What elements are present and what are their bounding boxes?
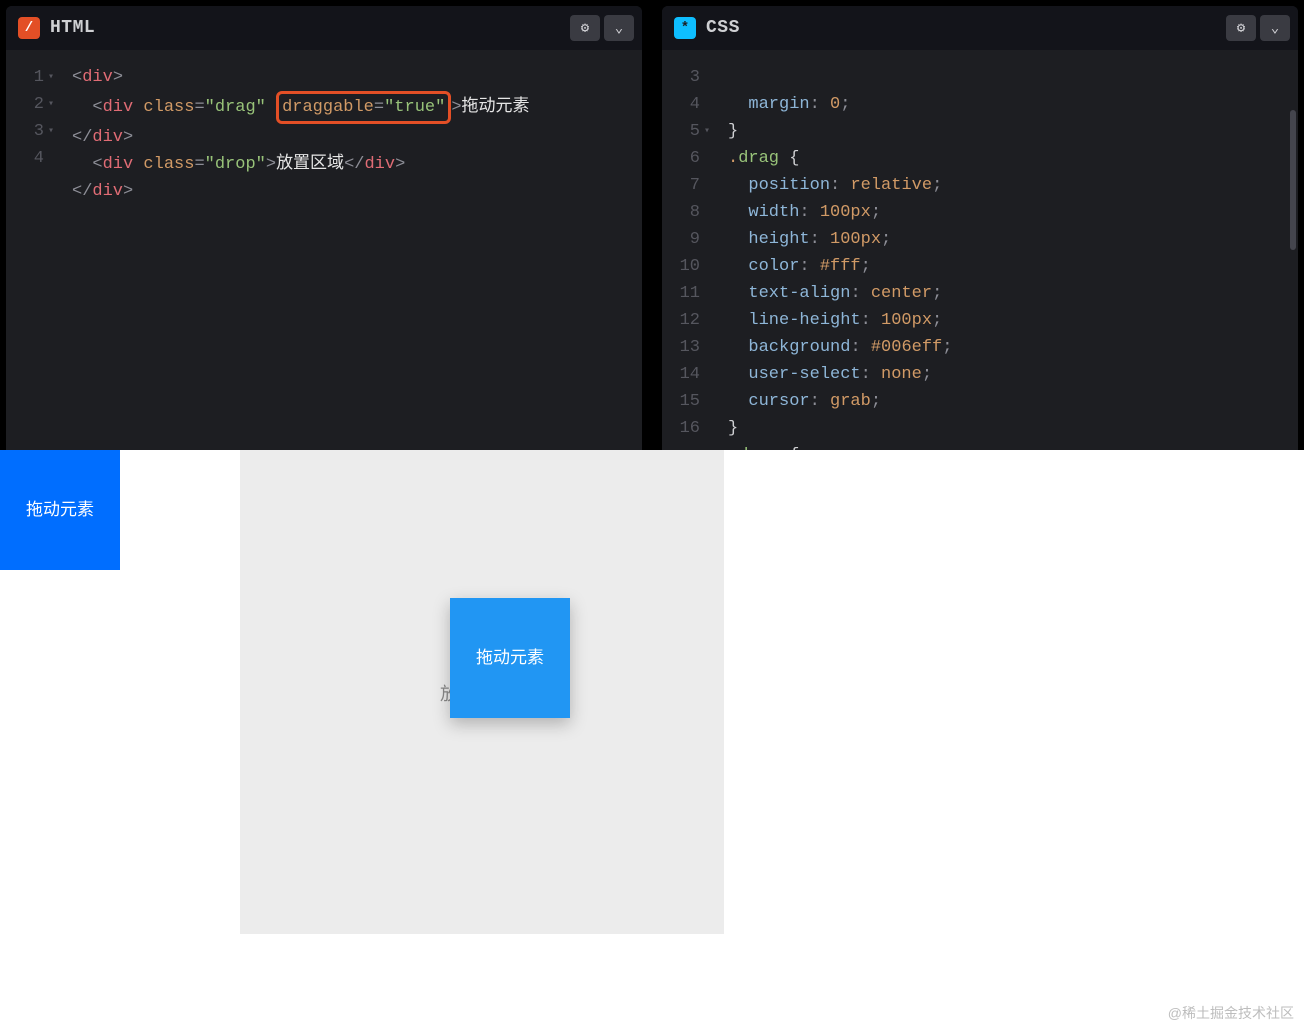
- collapse-button[interactable]: ⌄: [1260, 15, 1290, 41]
- settings-button[interactable]: ⚙: [570, 15, 600, 41]
- drag-element-ghost[interactable]: 拖动元素: [450, 598, 570, 718]
- html-badge-icon: /: [18, 17, 40, 39]
- gear-icon: ⚙: [581, 20, 589, 37]
- gear-icon: ⚙: [1237, 20, 1245, 37]
- html-panel-title: HTML: [50, 18, 95, 38]
- css-code[interactable]: margin: 0;}.drag { position: relative; w…: [710, 50, 958, 450]
- html-panel-actions: ⚙ ⌄: [570, 15, 634, 41]
- html-panel-header: / HTML ⚙ ⌄: [6, 6, 642, 50]
- html-code[interactable]: <div> <div class="drag" draggable="true"…: [54, 50, 536, 450]
- css-badge-icon: *: [674, 17, 696, 39]
- html-gutter: 1234: [6, 50, 54, 450]
- watermark: @稀土掘金技术社区: [1168, 1003, 1294, 1023]
- css-code-area[interactable]: 345678910111213141516 margin: 0;}.drag {…: [662, 50, 1298, 450]
- settings-button[interactable]: ⚙: [1226, 15, 1256, 41]
- drop-zone[interactable]: 放置区域 拖动元素: [240, 450, 724, 934]
- scrollbar-thumb[interactable]: [1290, 110, 1296, 250]
- css-gutter: 345678910111213141516: [662, 50, 710, 450]
- html-panel: / HTML ⚙ ⌄ 1234 <div> <div class="drag" …: [6, 6, 642, 450]
- html-code-area[interactable]: 1234 <div> <div class="drag" draggable="…: [6, 50, 642, 450]
- drag-element-origin[interactable]: 拖动元素: [0, 450, 120, 570]
- css-panel: * CSS ⚙ ⌄ 345678910111213141516 margin: …: [662, 6, 1298, 450]
- css-panel-header: * CSS ⚙ ⌄: [662, 6, 1298, 50]
- editor-row: / HTML ⚙ ⌄ 1234 <div> <div class="drag" …: [0, 0, 1304, 450]
- chevron-down-icon: ⌄: [615, 20, 623, 37]
- preview-pane: 拖动元素 放置区域 拖动元素 @稀土掘金技术社区: [0, 450, 1304, 1031]
- collapse-button[interactable]: ⌄: [604, 15, 634, 41]
- chevron-down-icon: ⌄: [1271, 20, 1279, 37]
- highlight-annotation: draggable="true": [276, 91, 451, 124]
- css-panel-actions: ⚙ ⌄: [1226, 15, 1290, 41]
- css-panel-title: CSS: [706, 18, 740, 38]
